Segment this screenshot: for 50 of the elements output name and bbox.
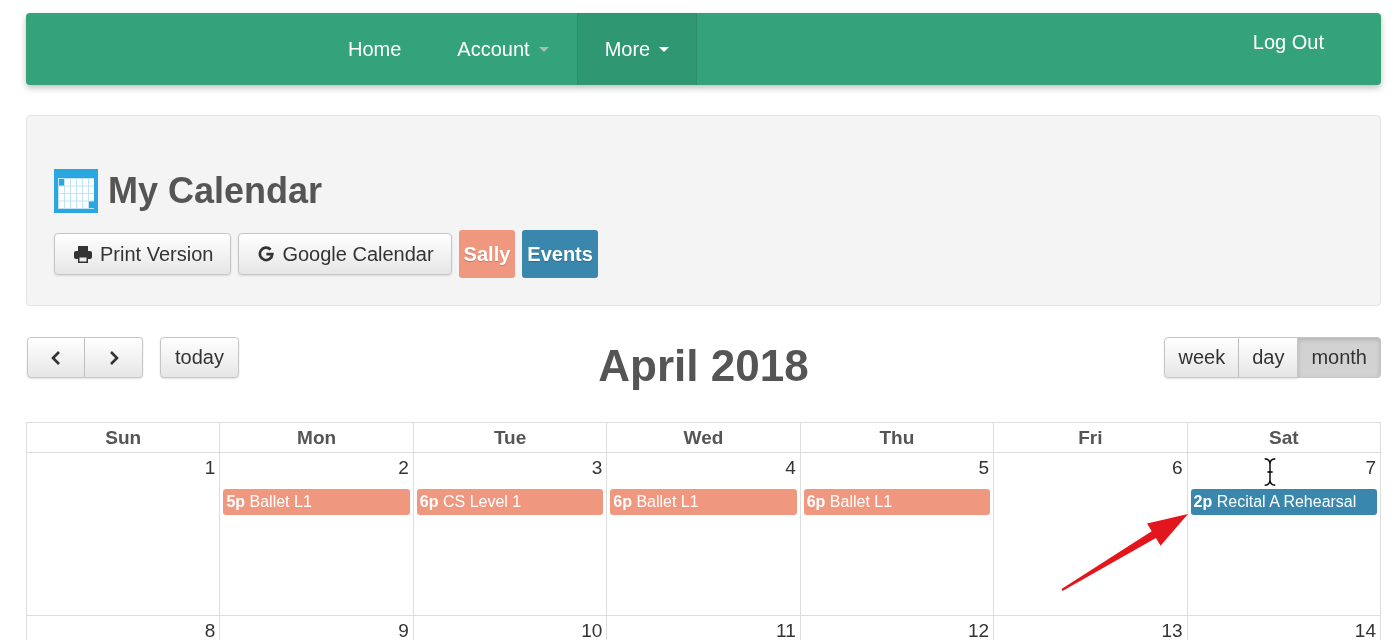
chevron-left-icon [50,349,62,366]
day-number: 13 [1161,621,1183,640]
day-number: 4 [785,458,796,478]
view-tab[interactable]: week [1164,337,1240,378]
printer-icon [74,245,92,263]
caret-icon [659,46,670,52]
toolbar-button[interactable]: Print Version [54,233,232,275]
nav-link[interactable]: More [576,13,698,85]
day-number: 5 [978,458,990,478]
day-number: 11 [775,621,796,640]
calendar-event[interactable]: 6p CS Level 1 [416,489,604,515]
logout-link[interactable]: Log Out [1252,30,1324,54]
day-number: 12 [968,621,990,640]
weekday-header: Thu [879,426,915,449]
calendar-icon [54,169,98,213]
calendar-event[interactable]: 6p Ballet L1 [610,489,797,515]
chevron-right-icon [107,349,120,366]
nav-link[interactable]: Account [457,37,549,61]
toolbar-button[interactable]: Google Calendar [238,233,452,275]
view-tab[interactable]: month [1298,337,1381,378]
today-button[interactable]: today [160,337,239,378]
calendar-event[interactable]: 6p Ballet L1 [803,489,991,515]
day-number: 2 [398,458,409,478]
nav-link[interactable]: Home [348,37,402,61]
view-tab[interactable]: day [1239,337,1299,378]
day-number: 7 [1365,458,1376,478]
day-number: 9 [398,621,409,640]
weekday-header: Wed [683,426,724,449]
calendar-event[interactable]: 2p Recital A Rehearsal [1190,489,1377,515]
legend-label: Sally [458,230,516,278]
month-title: April 2018 [598,341,809,391]
day-number: 6 [1172,458,1183,478]
day-number: 14 [1354,621,1376,640]
next-button[interactable] [85,337,143,378]
caret-icon [538,46,549,52]
day-number: 8 [204,621,216,640]
weekday-header: Sat [1269,426,1299,449]
calendar-event[interactable]: 5p Ballet L1 [223,489,410,515]
weekday-header: Mon [297,426,337,449]
day-number: 1 [204,458,216,478]
g-letter-icon [258,246,275,262]
page-title: My Calendar [108,169,323,213]
weekday-header: Tue [493,426,527,449]
previous-button[interactable] [27,337,85,378]
legend-label: Events [522,230,598,278]
weekday-header: Sun [105,426,142,449]
day-number: 3 [591,458,603,478]
day-number: 10 [581,621,603,640]
weekday-header: Fri [1078,426,1103,449]
text-cursor-icon [1262,457,1278,487]
